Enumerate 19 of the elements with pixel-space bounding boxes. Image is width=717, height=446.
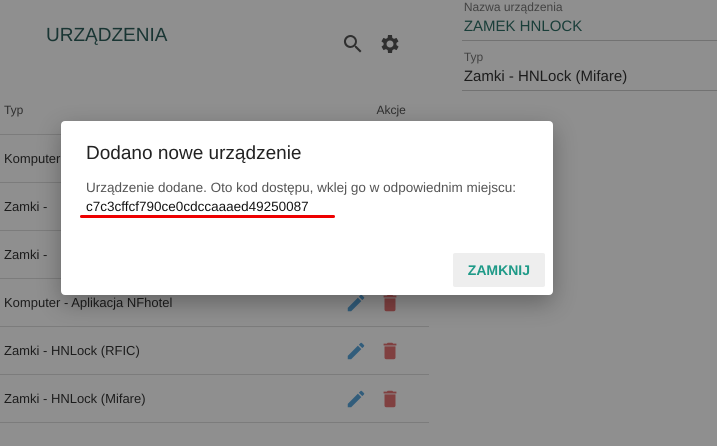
- table-cell: Zamki - HNLock (Mifare): [4, 391, 146, 406]
- close-button[interactable]: ZAMKNIJ: [452, 253, 545, 287]
- page-title: URZĄDZENIA: [46, 25, 168, 47]
- table-cell: Zamki -: [4, 199, 48, 214]
- field-value: ZAMEK HNLOCK: [464, 18, 584, 35]
- table-cell: Zamki - HNLock (RFIC): [4, 343, 140, 358]
- table-cell: Zamki -: [4, 247, 48, 262]
- table-cell: Komputer - Aplikacja NFhotel: [4, 295, 172, 310]
- column-header: Typ: [4, 103, 24, 117]
- column-header: Akcje: [376, 103, 406, 117]
- text-field[interactable]: Typ Zamki - HNLock (Mifare): [462, 50, 717, 91]
- access-code: c7c3cffcf790ce0cdccaaaed49250087: [86, 199, 309, 214]
- field-label: Nazwa urządzenia: [464, 0, 564, 14]
- dialog-message: Urządzenie dodane. Oto kod dostępu, wklej go w odpowiednim miejscu:: [86, 180, 516, 195]
- field-label: Typ: [464, 50, 484, 64]
- table-cell: Komputer: [4, 151, 60, 166]
- text-field[interactable]: Nazwa urządzenia ZAMEK HNLOCK: [462, 0, 717, 41]
- field-value: Zamki - HNLock (Mifare): [464, 68, 628, 85]
- dialog-title: Dodano nowe urządzenie: [86, 143, 302, 165]
